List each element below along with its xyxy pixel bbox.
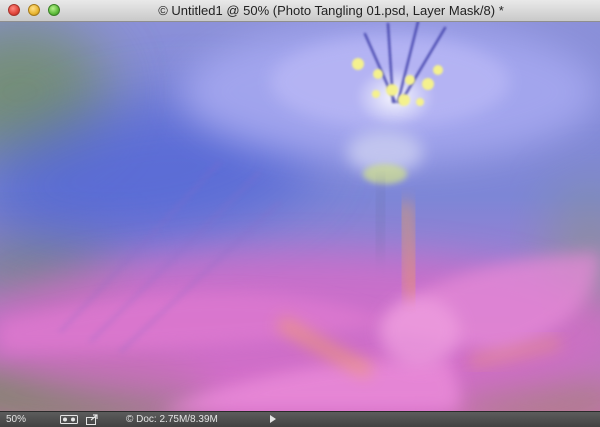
title-bar[interactable]: © Untitled1 @ 50% (Photo Tangling 01.psd… [0,0,600,22]
minimize-window-icon[interactable] [28,4,40,16]
status-menu-arrow-icon[interactable] [270,415,276,423]
photoshop-document-window: © Untitled1 @ 50% (Photo Tangling 01.psd… [0,0,600,427]
flower-photo [0,22,600,411]
zoom-window-icon[interactable] [48,4,60,16]
close-window-icon[interactable] [8,4,20,16]
document-size-info: © Doc: 2.75M/8.39M [126,414,218,425]
zoom-level-field[interactable]: 50% [6,413,48,426]
status-bar: 50% © Doc: 2.75M/8.39M [0,411,600,427]
document-canvas[interactable] [0,22,600,411]
window-title: © Untitled1 @ 50% (Photo Tangling 01.psd… [158,3,504,18]
share-icon[interactable] [86,414,99,425]
document-info-icon[interactable] [60,414,78,425]
